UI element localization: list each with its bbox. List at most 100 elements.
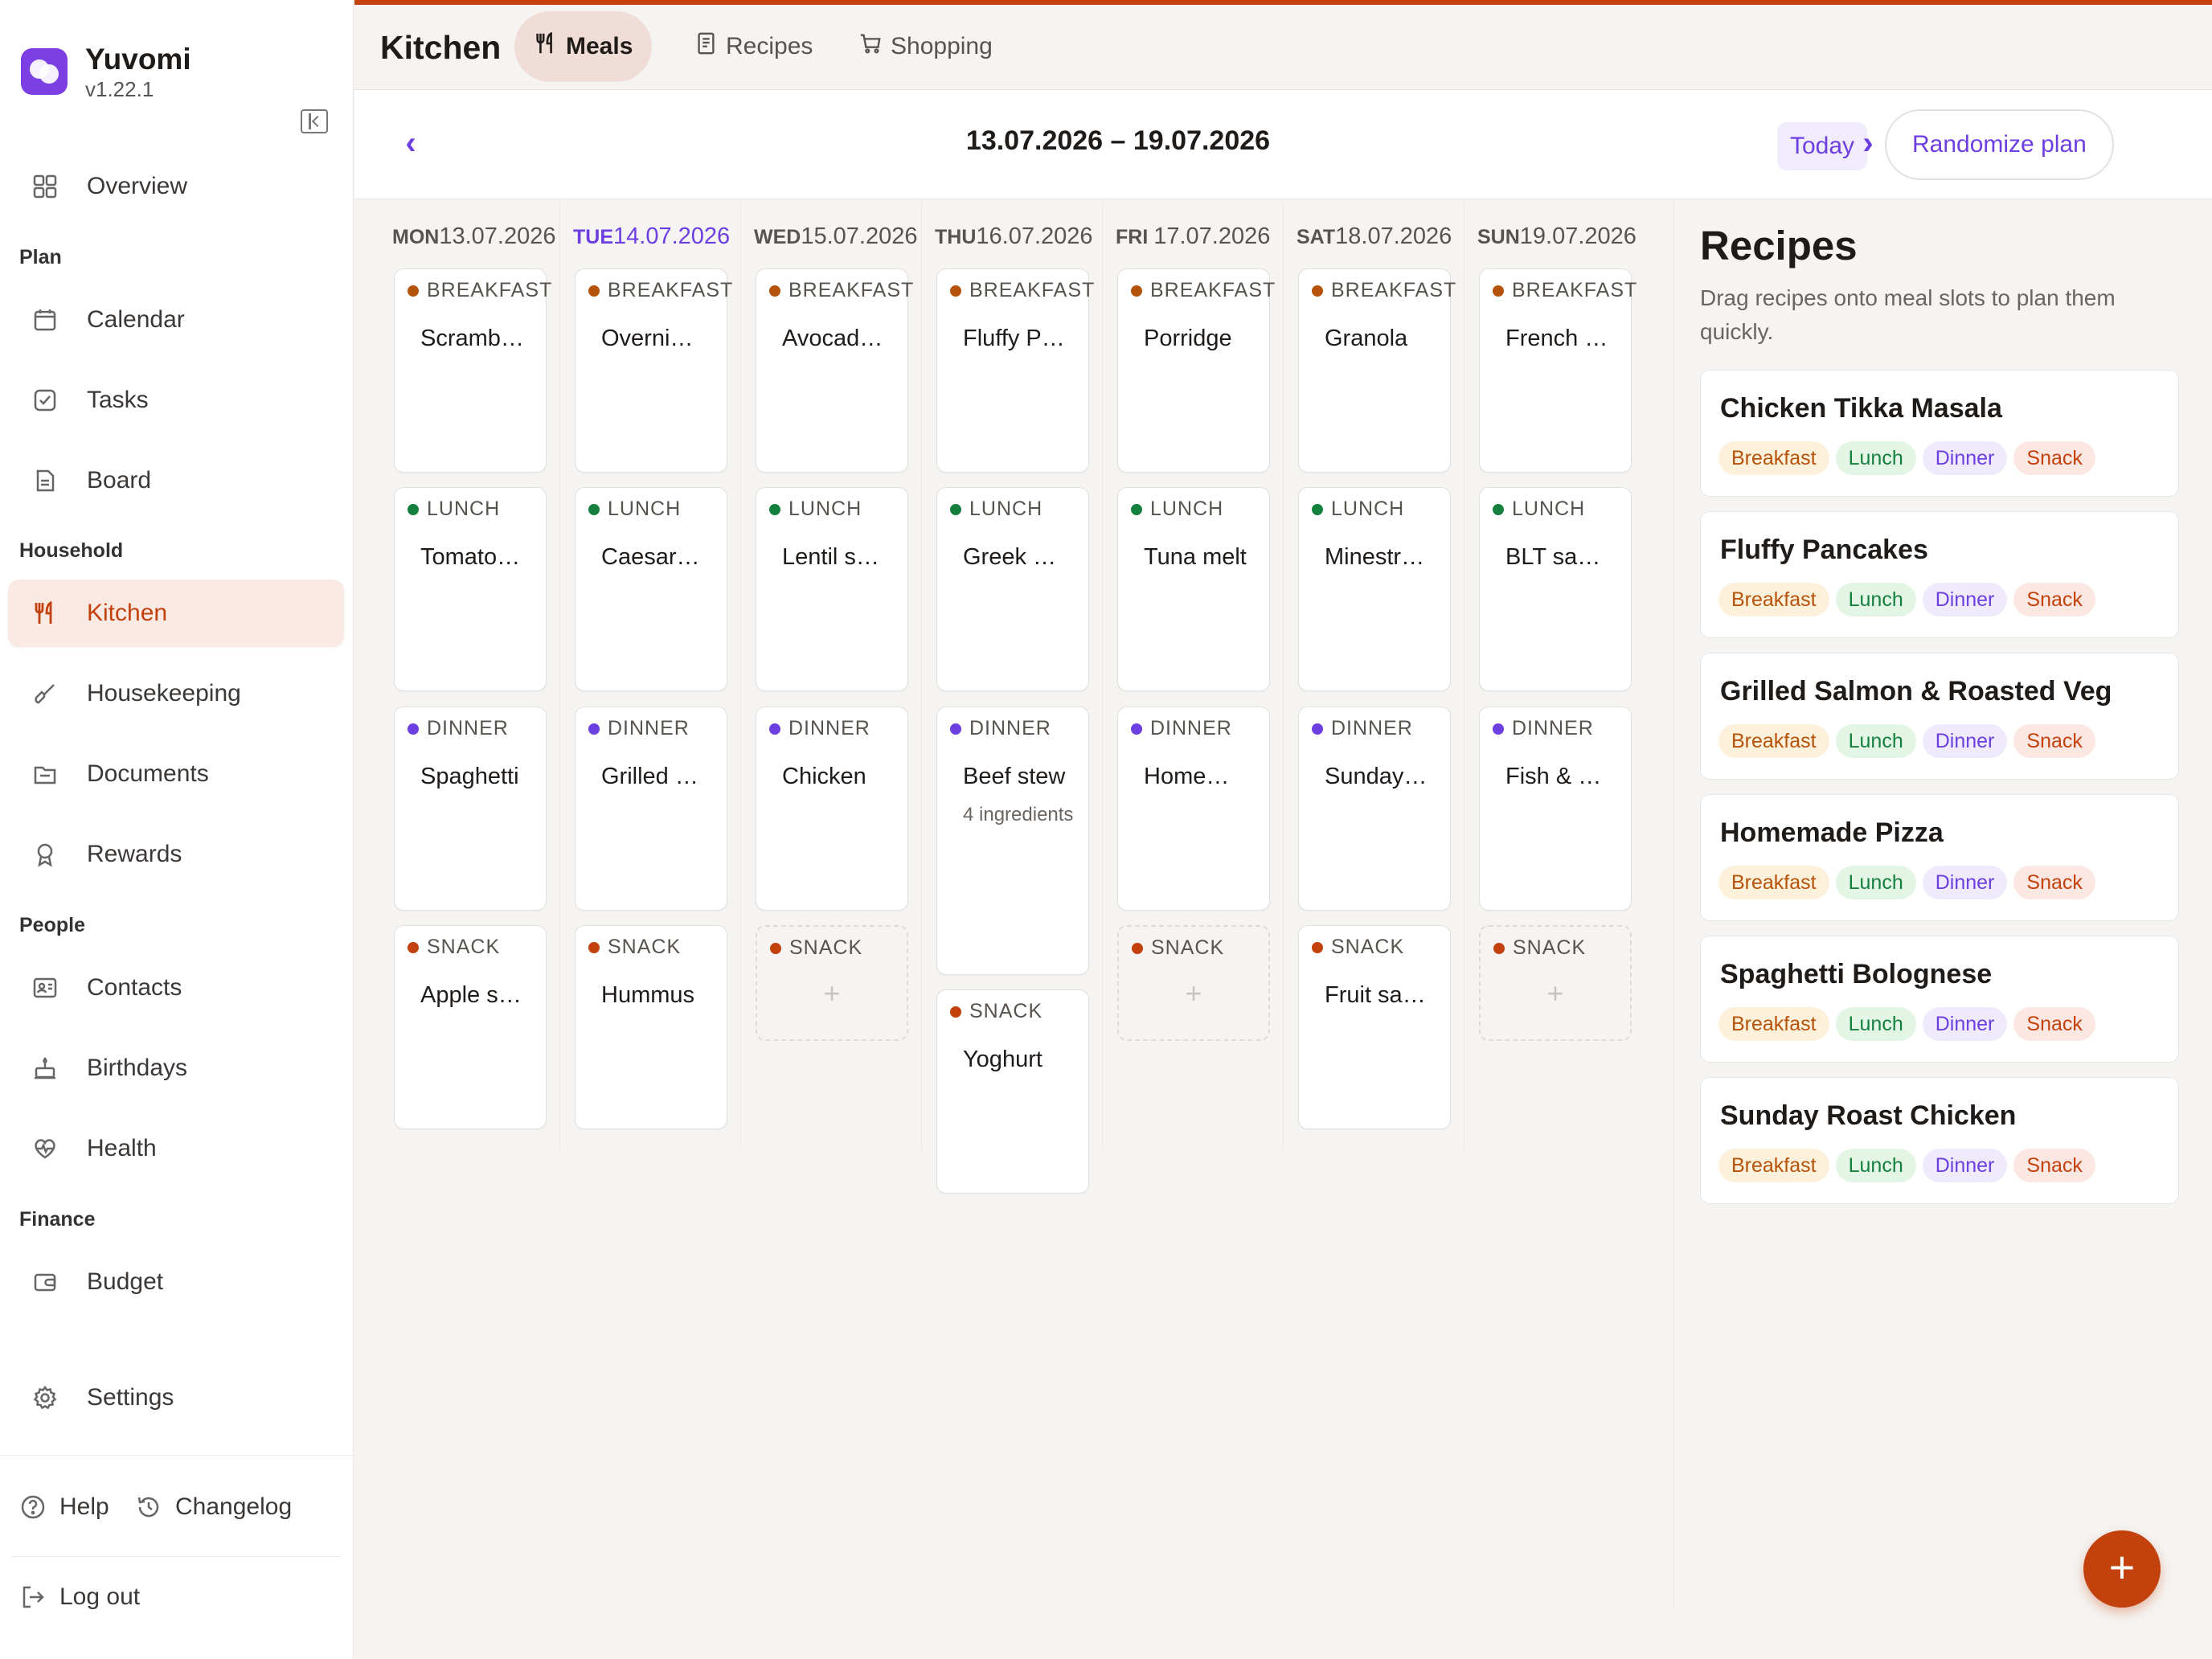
recipe-card[interactable]: Grilled Salmon & Roasted Veg Breakfast Lun… [1700, 653, 2179, 780]
changelog-link[interactable]: Changelog [135, 1493, 292, 1521]
breakfast-chip[interactable]: Breakfast [1718, 1149, 1829, 1182]
add-meal-icon[interactable]: + [757, 977, 907, 1010]
page-title: Kitchen [380, 29, 502, 66]
snack-slot[interactable]: SNACK + [1479, 925, 1632, 1041]
sidebar-item-tasks[interactable]: Tasks [8, 367, 344, 434]
lunch-chip[interactable]: Lunch [1835, 866, 1916, 899]
sidebar-item-rewards[interactable]: Rewards [8, 821, 344, 888]
dinner-chip[interactable]: Dinner [1922, 1007, 2008, 1041]
dinner-slot[interactable]: DINNER Fish & chips [1479, 707, 1632, 911]
breakfast-chip[interactable]: Breakfast [1718, 441, 1829, 475]
snack-chip[interactable]: Snack [2013, 441, 2095, 475]
snack-slot[interactable]: SNACK + [1117, 925, 1270, 1041]
lunch-chip[interactable]: Lunch [1835, 583, 1916, 616]
add-button[interactable]: + [2083, 1530, 2161, 1608]
recipe-card[interactable]: Homemade Pizza Breakfast Lunch Dinner Snack [1700, 794, 2179, 921]
dinner-slot[interactable]: DINNER Homemade Pizza [1117, 707, 1270, 911]
meal-type-text: LUNCH [427, 498, 501, 520]
breakfast-slot[interactable]: BREAKFAST Granola [1298, 268, 1456, 473]
sidebar-item-documents[interactable]: Documents [8, 740, 344, 808]
lunch-slot[interactable]: LUNCH Minestrone [1298, 487, 1451, 691]
snack-chip[interactable]: Snack [2013, 866, 2095, 899]
tab-meals[interactable]: Meals [514, 11, 653, 82]
snack-slot[interactable]: SNACK Fruit salad [1298, 925, 1451, 1129]
tab-recipes[interactable]: Recipes [674, 11, 832, 82]
dinner-slot[interactable]: DINNER Grilled salmon [575, 707, 727, 911]
recipe-card[interactable]: Chicken Tikka Masala Breakfast Lunch Dinner… [1700, 370, 2179, 497]
sidebar-item-contacts[interactable]: Contacts [8, 954, 344, 1022]
meal-type-label: LUNCH [769, 498, 862, 521]
recipe-card[interactable]: Spaghetti Bolognese Breakfast Lunch Dinner S… [1700, 936, 2179, 1063]
dinner-slot[interactable]: DINNER Chicken [756, 707, 908, 911]
chevron-right-icon[interactable]: › [1852, 127, 1884, 159]
meal-type-chips: Breakfast Lunch Dinner Snack [1718, 1007, 2102, 1041]
snack-slot[interactable]: SNACK Apple slices [394, 925, 547, 1129]
lunch-chip[interactable]: Lunch [1835, 724, 1916, 758]
meal-name: Chicken [782, 764, 866, 789]
lunch-chip[interactable]: Lunch [1835, 441, 1916, 475]
lunch-slot[interactable]: LUNCH Caesar salad [575, 487, 727, 691]
snack-chip[interactable]: Snack [2013, 724, 2095, 758]
collapse-sidebar-icon[interactable] [301, 109, 328, 133]
sidebar-item-overview[interactable]: Overview [8, 153, 344, 220]
help-link[interactable]: Help [19, 1493, 109, 1521]
breakfast-slot[interactable]: BREAKFAST Overnight oats [575, 268, 732, 473]
snack-slot[interactable]: SNACK Hummus [575, 925, 727, 1129]
snack-chip[interactable]: Snack [2013, 1007, 2095, 1041]
sidebar-item-board[interactable]: Board [8, 447, 344, 514]
snack-slot[interactable]: SNACK Yoghurt [936, 989, 1089, 1194]
add-meal-icon[interactable]: + [1119, 977, 1268, 1010]
meal-name: Homemade Pizza [1144, 764, 1248, 789]
lunch-chip[interactable]: Lunch [1835, 1149, 1916, 1182]
breakfast-slot[interactable]: BREAKFAST Avocado toast [756, 268, 913, 473]
randomize-plan-button[interactable]: Randomize plan [1885, 109, 2114, 180]
brand[interactable]: Yuvomi v1.22.1 [21, 42, 191, 101]
breakfast-slot[interactable]: BREAKFAST Fluffy Pancakes [936, 268, 1094, 473]
breakfast-chip[interactable]: Breakfast [1718, 583, 1829, 616]
meal-type-label: BREAKFAST [588, 279, 733, 302]
dinner-chip[interactable]: Dinner [1922, 866, 2008, 899]
dinner-slot[interactable]: DINNER Sunday Roast [1298, 707, 1451, 911]
logout-button[interactable]: Log out [19, 1583, 140, 1611]
section-label-plan: Plan [19, 246, 62, 268]
sidebar-item-label: Board [87, 467, 152, 494]
breakfast-chip[interactable]: Breakfast [1718, 1007, 1829, 1041]
snack-chip[interactable]: Snack [2013, 1149, 2095, 1182]
breakfast-chip[interactable]: Breakfast [1718, 866, 1829, 899]
dinner-chip[interactable]: Dinner [1922, 583, 2008, 616]
lunch-slot[interactable]: LUNCH BLT sandwich [1479, 487, 1632, 691]
sidebar-item-health[interactable]: Health [8, 1115, 344, 1182]
lunch-slot[interactable]: LUNCH Greek salad [936, 487, 1089, 691]
recipe-card[interactable]: Sunday Roast Chicken Breakfast Lunch Dinner… [1700, 1077, 2179, 1204]
sidebar-item-birthdays[interactable]: Birthdays [8, 1034, 344, 1102]
dinner-chip[interactable]: Dinner [1922, 1149, 2008, 1182]
dinner-slot[interactable]: DINNER Beef stew 4 ingredients [936, 707, 1089, 975]
meal-type-label: BREAKFAST [1312, 279, 1456, 302]
dinner-chip[interactable]: Dinner [1922, 724, 2008, 758]
lunch-slot[interactable]: LUNCH Tuna melt [1117, 487, 1270, 691]
sidebar-item-kitchen[interactable]: Kitchen [8, 580, 344, 647]
lunch-slot[interactable]: LUNCH Tomato soup [394, 487, 547, 691]
app-name: Yuvomi [85, 43, 191, 76]
sidebar-item-calendar[interactable]: Calendar [8, 286, 344, 354]
breakfast-slot[interactable]: BREAKFAST Scrambled [394, 268, 551, 473]
meal-type-text: SNACK [969, 1000, 1043, 1022]
breakfast-slot[interactable]: BREAKFAST French toast [1479, 268, 1636, 473]
breakfast-chip[interactable]: Breakfast [1718, 724, 1829, 758]
history-icon [135, 1493, 162, 1521]
lunch-slot[interactable]: LUNCH Lentil soup [756, 487, 908, 691]
snack-slot[interactable]: SNACK + [756, 925, 908, 1041]
dinner-chip[interactable]: Dinner [1922, 441, 2008, 475]
tab-shopping[interactable]: Shopping [839, 11, 1012, 82]
sidebar-item-settings[interactable]: Settings [8, 1364, 344, 1432]
recipe-card[interactable]: Fluffy Pancakes Breakfast Lunch Dinner Snack [1700, 511, 2179, 638]
snack-chip[interactable]: Snack [2013, 583, 2095, 616]
sidebar-item-housekeeping[interactable]: Housekeeping [8, 660, 344, 727]
breakfast-slot[interactable]: BREAKFAST Porridge [1117, 268, 1275, 473]
dinner-slot[interactable]: DINNER Spaghetti [394, 707, 547, 911]
add-meal-icon[interactable]: + [1481, 977, 1630, 1010]
sidebar-item-budget[interactable]: Budget [8, 1248, 344, 1316]
day-column: MON13.07.2026 BREAKFAST Scrambled LUNCH Toma… [384, 201, 565, 1149]
cart-icon [858, 31, 883, 62]
lunch-chip[interactable]: Lunch [1835, 1007, 1916, 1041]
